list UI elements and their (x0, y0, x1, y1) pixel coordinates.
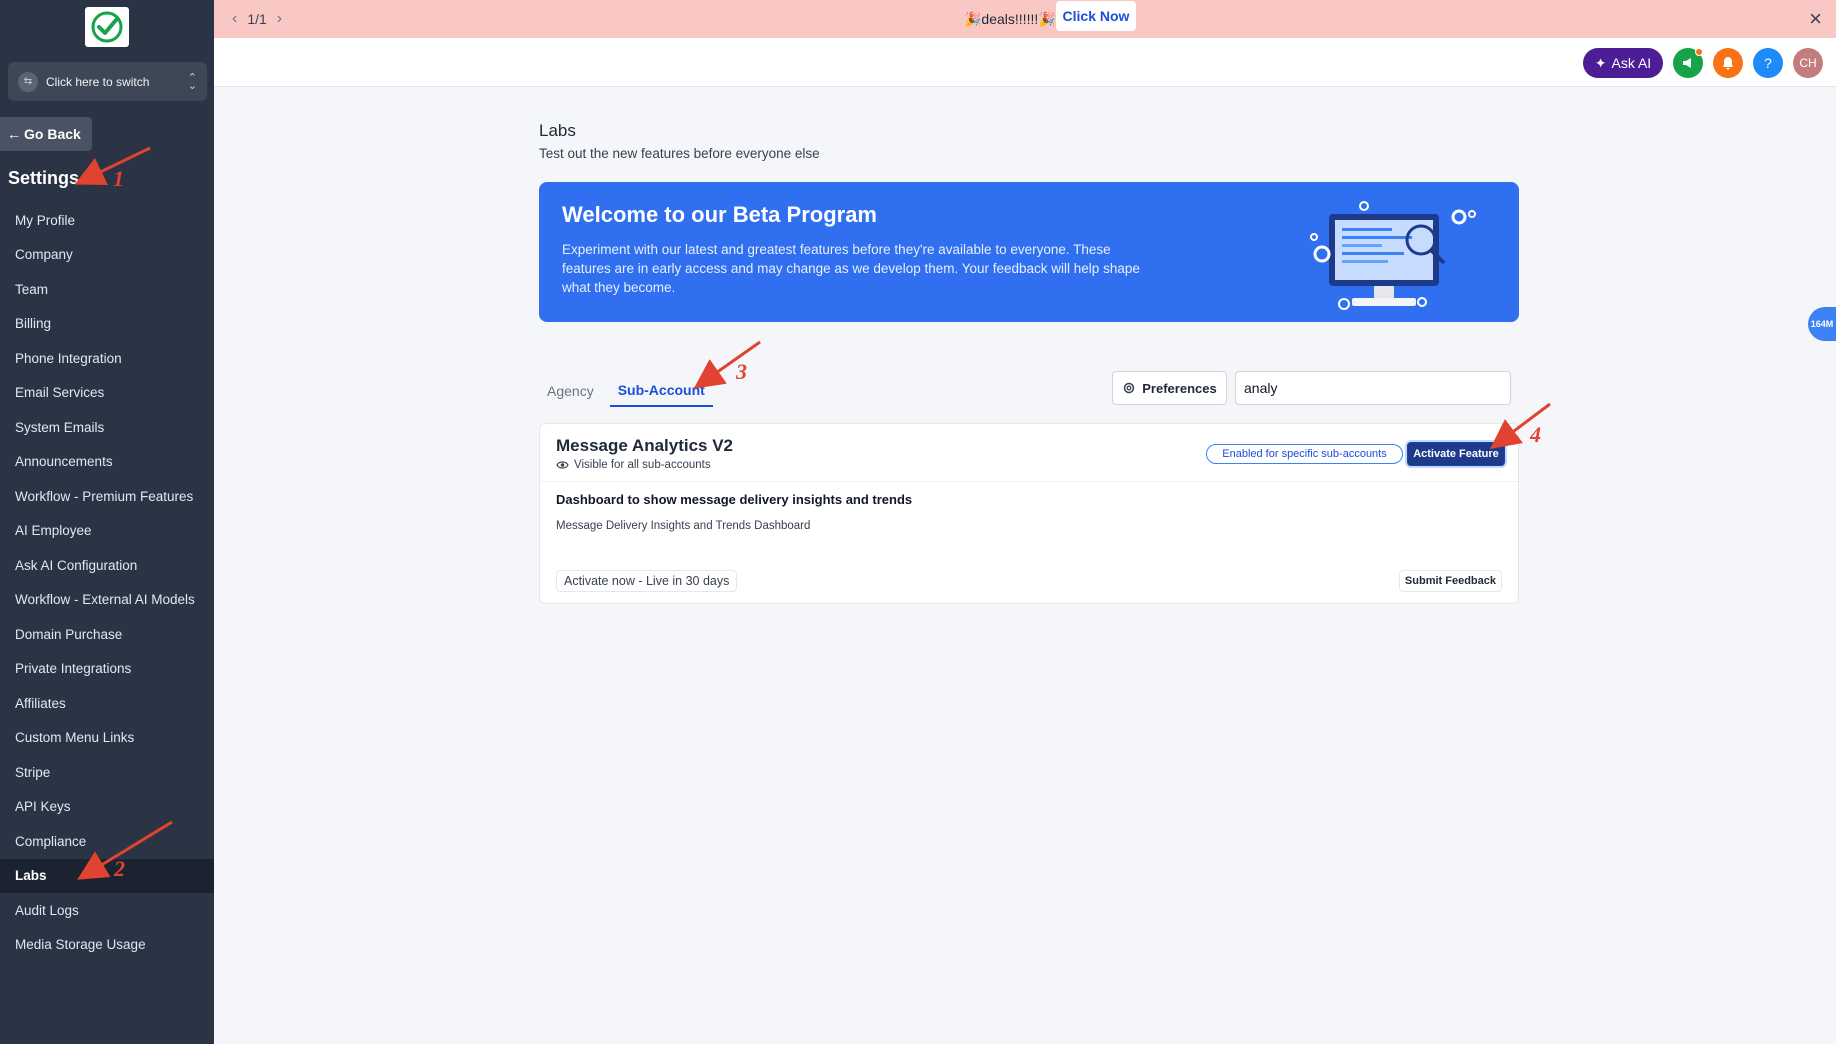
chevron-updown-icon: ⌃ ⌄ (187, 71, 197, 92)
banner-title: Welcome to our Beta Program (562, 202, 877, 227)
sidebar-item-company[interactable]: Company (0, 238, 214, 273)
preferences-label: Preferences (1142, 380, 1217, 396)
switch-icon: ⇆ (18, 71, 38, 92)
feature-card-footer: Activate now - Live in 30 days Submit Fe… (540, 558, 1518, 604)
banner-body: Experiment with our latest and greatest … (562, 242, 1140, 295)
sidebar-item-billing[interactable]: Billing (0, 307, 214, 342)
sidebar-item-api-keys[interactable]: API Keys (0, 790, 214, 825)
feature-card-header: Message Analytics V2 Visible for all sub… (540, 424, 1518, 482)
feature-description: Dashboard to show message delivery insig… (556, 492, 913, 507)
help-icon[interactable]: ? (1753, 48, 1783, 78)
sidebar-item-phone-integration[interactable]: Phone Integration (0, 341, 214, 376)
feature-title: Message Analytics V2 (556, 436, 734, 455)
activate-feature-button[interactable]: Activate Feature (1407, 442, 1505, 466)
sidebar-item-workflow-external-ai-models[interactable]: Workflow - External AI Models (0, 583, 214, 618)
announcement-bar: ‹ 1/1 › 🎉deals!!!!!!🎉 Click Now × (214, 0, 1836, 38)
close-icon[interactable]: × (1809, 6, 1822, 32)
sidebar-item-labs[interactable]: Labs (0, 858, 214, 893)
search-input[interactable] (1235, 371, 1511, 405)
sparkle-icon: ✦ (1594, 54, 1607, 71)
megaphone-icon[interactable] (1673, 48, 1703, 78)
computer-illustration-icon (1310, 201, 1476, 310)
sidebar-item-custom-menu-links[interactable]: Custom Menu Links (0, 721, 214, 756)
settings-heading: Settings (8, 168, 80, 188)
switcher-label: Click here to switch (46, 74, 150, 89)
ask-ai-label: Ask AI (1611, 55, 1652, 71)
sidebar-item-email-services[interactable]: Email Services (0, 376, 214, 411)
submit-feedback-button[interactable]: Submit Feedback (1398, 570, 1502, 592)
bell-icon[interactable] (1713, 48, 1743, 78)
sidebar-item-announcements[interactable]: Announcements (0, 445, 214, 480)
avatar[interactable]: CH (1793, 48, 1823, 78)
top-header: ✦ Ask AI ? CH (214, 38, 1836, 87)
go-back-label: Go Back (24, 126, 81, 142)
app-logo[interactable] (85, 7, 129, 47)
chevron-left-icon[interactable]: ‹ (232, 10, 237, 28)
page-subtitle: Test out the new features before everyon… (539, 146, 820, 161)
chevron-right-icon[interactable]: › (277, 10, 282, 28)
tab-sub-account[interactable]: Sub-Account (609, 375, 713, 407)
sidebar-item-ask-ai-configuration[interactable]: Ask AI Configuration (0, 548, 214, 583)
sidebar-item-private-integrations[interactable]: Private Integrations (0, 652, 214, 687)
sidebar-item-domain-purchase[interactable]: Domain Purchase (0, 617, 214, 652)
sidebar-item-compliance[interactable]: Compliance (0, 824, 214, 859)
sidebar-item-workflow-premium-features[interactable]: Workflow - Premium Features (0, 479, 214, 514)
sidebar-item-audit-logs[interactable]: Audit Logs (0, 893, 214, 928)
sidebar-item-my-profile[interactable]: My Profile (0, 203, 214, 238)
sidebar-item-media-storage-usage[interactable]: Media Storage Usage (0, 928, 214, 963)
arrow-left-icon: ← (7, 126, 21, 142)
labs-tabs: Agency Sub-Account (539, 375, 721, 407)
page-title: Labs (539, 121, 576, 140)
feature-card: Message Analytics V2 Visible for all sub… (539, 423, 1519, 604)
check-logo-icon (91, 11, 123, 43)
sidebar-item-ai-employee[interactable]: AI Employee (0, 514, 214, 549)
gear-icon (1124, 382, 1135, 394)
click-now-button[interactable]: Click Now (1056, 1, 1136, 31)
account-switcher[interactable]: ⇆ Click here to switch ⌃ ⌄ (8, 62, 207, 101)
beta-banner: Welcome to our Beta Program Experiment w… (539, 182, 1519, 322)
live-timeline-chip: Activate now - Live in 30 days (556, 570, 738, 592)
memory-usage-pill[interactable]: 164M (1808, 307, 1836, 341)
annotation-label: 3 (735, 359, 747, 384)
visibility-label: Visible for all sub-accounts (574, 459, 711, 471)
eye-icon (556, 461, 569, 469)
tab-agency[interactable]: Agency (539, 375, 602, 407)
visibility-note: Visible for all sub-accounts (556, 459, 711, 471)
announcement-pager: ‹ 1/1 › (232, 0, 282, 38)
go-back-button[interactable]: ← Go Back (0, 117, 92, 151)
sidebar-item-team[interactable]: Team (0, 272, 214, 307)
preferences-button[interactable]: Preferences (1112, 371, 1227, 405)
help-label: ? (1764, 55, 1772, 71)
sidebar: ⇆ Click here to switch ⌃ ⌄ ← Go Back Sett… (0, 0, 214, 1044)
sidebar-item-affiliates[interactable]: Affiliates (0, 686, 214, 721)
annotation-label: 4 (1529, 422, 1541, 447)
settings-nav: My Profile Company Team Billing Phone Integr… (0, 203, 214, 962)
avatar-initials: CH (1799, 56, 1817, 70)
deal-text: 🎉deals!!!!!!🎉 (964, 10, 1056, 27)
sidebar-item-system-emails[interactable]: System Emails (0, 410, 214, 445)
ask-ai-button[interactable]: ✦ Ask AI (1583, 48, 1663, 78)
pager-count: 1/1 (247, 11, 267, 27)
feature-detail: Message Delivery Insights and Trends Das… (556, 520, 811, 532)
enabled-status-badge[interactable]: Enabled for specific sub-accounts (1206, 444, 1403, 464)
sidebar-item-stripe[interactable]: Stripe (0, 755, 214, 790)
